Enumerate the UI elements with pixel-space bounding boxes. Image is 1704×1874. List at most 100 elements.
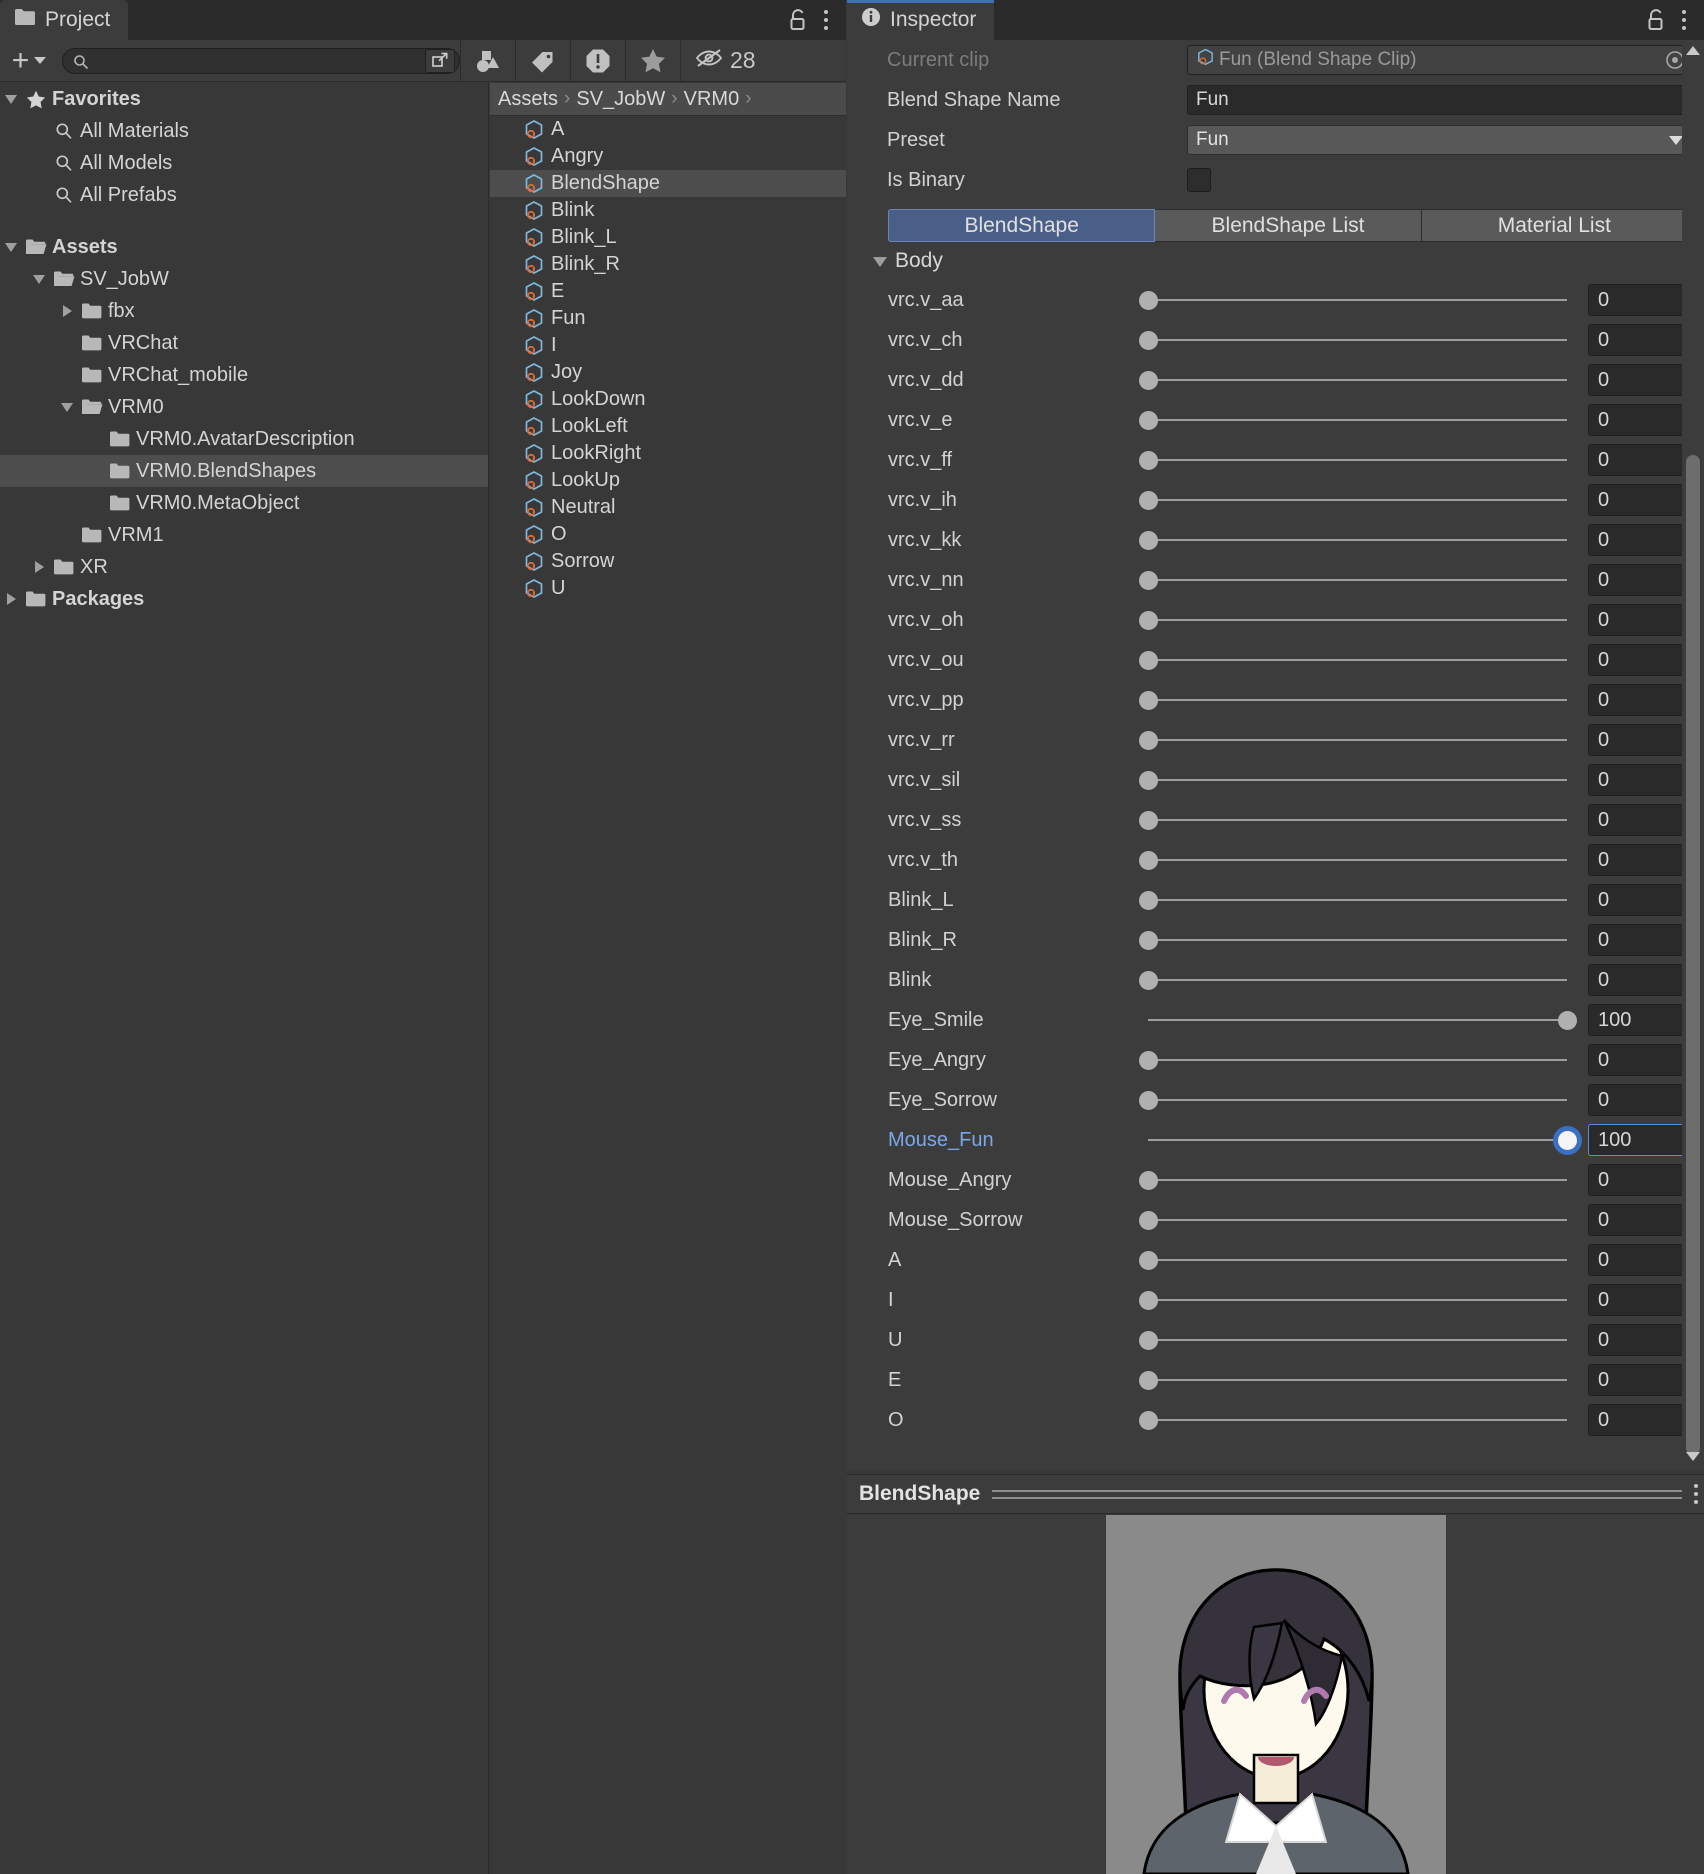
blendshape-value-input[interactable]: 0 xyxy=(1588,364,1688,396)
inspector-tab-material-list[interactable]: Material List xyxy=(1421,209,1688,242)
slider-handle[interactable] xyxy=(1139,291,1158,310)
slider-handle[interactable] xyxy=(1139,1411,1158,1430)
blendshape-value-input[interactable]: 0 xyxy=(1588,324,1688,356)
tree-item-vrm0-blendshapes[interactable]: VRM0.BlendShapes xyxy=(0,455,488,487)
slider-handle[interactable] xyxy=(1139,811,1158,830)
slider-handle[interactable] xyxy=(1139,571,1158,590)
blendshape-value-input[interactable]: 100 xyxy=(1588,1004,1688,1036)
slider-handle[interactable] xyxy=(1139,1211,1158,1230)
asset-list-item[interactable]: LookUp xyxy=(490,467,846,494)
blendshape-value-input[interactable]: 0 xyxy=(1588,1164,1688,1196)
slider-handle[interactable] xyxy=(1139,931,1158,950)
tree-item-vrm0-metaobject[interactable]: VRM0.MetaObject xyxy=(0,487,488,519)
tree-item-vrm0-avatardescription[interactable]: VRM0.AvatarDescription xyxy=(0,423,488,455)
asset-list-item[interactable]: LookRight xyxy=(490,440,846,467)
blendshape-value-input[interactable]: 100 xyxy=(1588,1124,1688,1156)
blendshape-slider[interactable] xyxy=(1138,1120,1577,1160)
slider-handle[interactable] xyxy=(1139,1331,1158,1350)
blendshape-slider[interactable] xyxy=(1138,880,1577,920)
tree-item-vrchat-mobile[interactable]: VRChat_mobile xyxy=(0,359,488,391)
scroll-down-arrow-icon[interactable] xyxy=(1686,1448,1700,1466)
slider-handle[interactable] xyxy=(1139,1291,1158,1310)
slider-handle[interactable] xyxy=(1139,1251,1158,1270)
blendshape-slider[interactable] xyxy=(1138,520,1577,560)
lock-open-icon[interactable] xyxy=(1646,8,1666,32)
triangle-down-icon[interactable] xyxy=(0,94,22,104)
breadcrumb[interactable]: Assets › SV_JobW › VRM0 › xyxy=(490,83,846,116)
triangle-down-icon[interactable] xyxy=(28,274,50,284)
slider-handle[interactable] xyxy=(1139,371,1158,390)
blendshape-slider[interactable] xyxy=(1138,1000,1577,1040)
triangle-down-icon[interactable] xyxy=(56,402,78,412)
asset-list-item[interactable]: E xyxy=(490,278,846,305)
asset-list-item[interactable]: Blink xyxy=(490,197,846,224)
blendshape-value-input[interactable]: 0 xyxy=(1588,964,1688,996)
blendshape-value-input[interactable]: 0 xyxy=(1588,604,1688,636)
blendshape-slider[interactable] xyxy=(1138,1360,1577,1400)
tree-item-packages[interactable]: Packages xyxy=(0,583,488,615)
blendshape-value-input[interactable]: 0 xyxy=(1588,1404,1688,1436)
blendshape-slider[interactable] xyxy=(1138,680,1577,720)
blendshape-slider[interactable] xyxy=(1138,960,1577,1000)
tree-item-xr[interactable]: XR xyxy=(0,551,488,583)
asset-list-item[interactable]: Angry xyxy=(490,143,846,170)
blendshape-value-input[interactable]: 0 xyxy=(1588,1204,1688,1236)
asset-list-item[interactable]: A xyxy=(490,116,846,143)
asset-list-item[interactable]: Blink_R xyxy=(490,251,846,278)
breadcrumb-item-assets[interactable]: Assets xyxy=(498,88,558,111)
preview-body[interactable] xyxy=(847,1515,1704,1874)
slider-handle[interactable] xyxy=(1139,1051,1158,1070)
current-clip-objectfield[interactable]: Fun (Blend Shape Clip) xyxy=(1187,45,1692,75)
slider-handle[interactable] xyxy=(1139,531,1158,550)
project-folder-tree[interactable]: Favorites All Materials All Models All Pref… xyxy=(0,83,489,1874)
tree-item-all-materials[interactable]: All Materials xyxy=(0,115,488,147)
blendshape-value-input[interactable]: 0 xyxy=(1588,404,1688,436)
slider-handle[interactable] xyxy=(1139,1091,1158,1110)
blendshape-value-input[interactable]: 0 xyxy=(1588,284,1688,316)
blendshape-value-input[interactable]: 0 xyxy=(1588,684,1688,716)
asset-list-item[interactable]: Blink_L xyxy=(490,224,846,251)
triangle-down-icon[interactable] xyxy=(0,242,22,252)
slider-handle[interactable] xyxy=(1139,1371,1158,1390)
inspector-tab-blendshape[interactable]: BlendShape xyxy=(888,209,1156,242)
tree-item-all-models[interactable]: All Models xyxy=(0,147,488,179)
slider-handle[interactable] xyxy=(1139,491,1158,510)
blendshape-slider[interactable] xyxy=(1138,1200,1577,1240)
blendshape-value-input[interactable]: 0 xyxy=(1588,524,1688,556)
slider-handle[interactable] xyxy=(1139,651,1158,670)
blendshape-slider[interactable] xyxy=(1138,360,1577,400)
kebab-menu-icon[interactable] xyxy=(824,10,828,30)
blendshape-value-input[interactable]: 0 xyxy=(1588,724,1688,756)
blendshape-slider[interactable] xyxy=(1138,1160,1577,1200)
blendshape-slider[interactable] xyxy=(1138,440,1577,480)
blendshape-slider[interactable] xyxy=(1138,720,1577,760)
tag-filter-icon[interactable] xyxy=(516,40,570,82)
blendshape-value-input[interactable]: 0 xyxy=(1588,1324,1688,1356)
warning-octagon-icon[interactable] xyxy=(571,40,625,82)
scroll-up-arrow-icon[interactable] xyxy=(1686,42,1700,60)
open-in-new-window-icon[interactable] xyxy=(425,48,455,73)
shapes-filter-icon[interactable] xyxy=(461,40,515,82)
inspector-segmented-tabs[interactable]: BlendShape BlendShape List Material List xyxy=(888,209,1688,242)
blendshape-slider[interactable] xyxy=(1138,1240,1577,1280)
blendshape-slider[interactable] xyxy=(1138,760,1577,800)
triangle-right-icon[interactable] xyxy=(56,305,78,317)
slider-handle[interactable] xyxy=(1139,891,1158,910)
tree-item-sv-jobw[interactable]: SV_JobW xyxy=(0,263,488,295)
search-field[interactable] xyxy=(62,47,460,74)
is-binary-checkbox[interactable] xyxy=(1187,168,1211,192)
blendshape-value-input[interactable]: 0 xyxy=(1588,1084,1688,1116)
blendshape-slider[interactable] xyxy=(1138,280,1577,320)
asset-list-item[interactable]: LookLeft xyxy=(490,413,846,440)
asset-list-item[interactable]: O xyxy=(490,521,846,548)
asset-list-item[interactable]: Neutral xyxy=(490,494,846,521)
inspector-tab-blendshape-list[interactable]: BlendShape List xyxy=(1155,209,1422,242)
asset-list-item[interactable]: Fun xyxy=(490,305,846,332)
blendshape-value-input[interactable]: 0 xyxy=(1588,644,1688,676)
blendshape-value-input[interactable]: 0 xyxy=(1588,844,1688,876)
blendshape-value-input[interactable]: 0 xyxy=(1588,1284,1688,1316)
blendshape-slider[interactable] xyxy=(1138,1400,1577,1440)
blendshape-slider[interactable] xyxy=(1138,800,1577,840)
tree-item-fbx[interactable]: fbx xyxy=(0,295,488,327)
slider-handle[interactable] xyxy=(1139,451,1158,470)
